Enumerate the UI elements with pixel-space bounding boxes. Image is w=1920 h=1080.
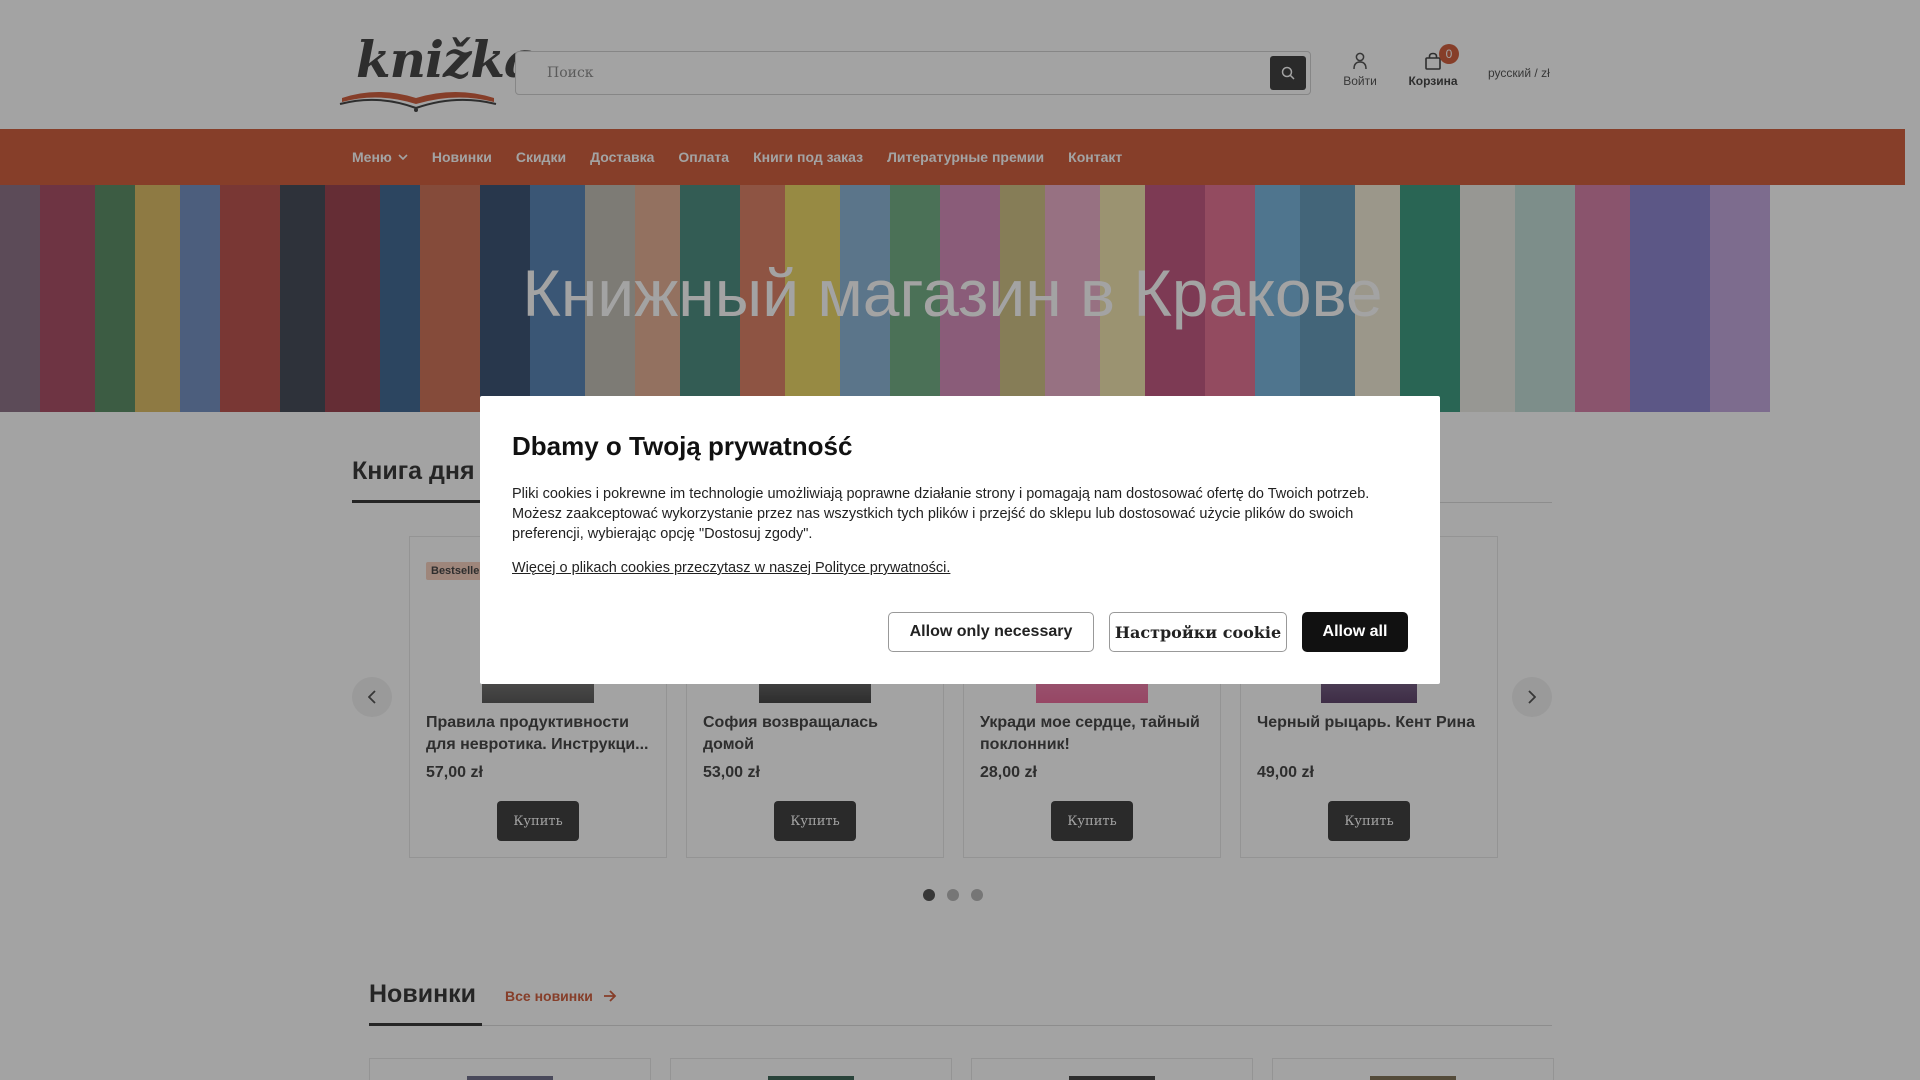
cookie-dialog-body: Pliki cookies i pokrewne im technologie … [512,486,1370,542]
allow-necessary-button[interactable]: Allow only necessary [888,612,1094,652]
cookie-consent-dialog: Dbamy o Twoją prywatność Pliki cookies i… [480,396,1440,684]
cookie-settings-button[interactable]: Настройки cookie [1109,612,1287,652]
privacy-policy-link[interactable]: Więcej o plikach cookies przeczytasz w n… [512,560,950,576]
cookie-dialog-title: Dbamy o Twoją prywatność [512,431,853,461]
allow-all-button[interactable]: Allow all [1302,612,1408,652]
